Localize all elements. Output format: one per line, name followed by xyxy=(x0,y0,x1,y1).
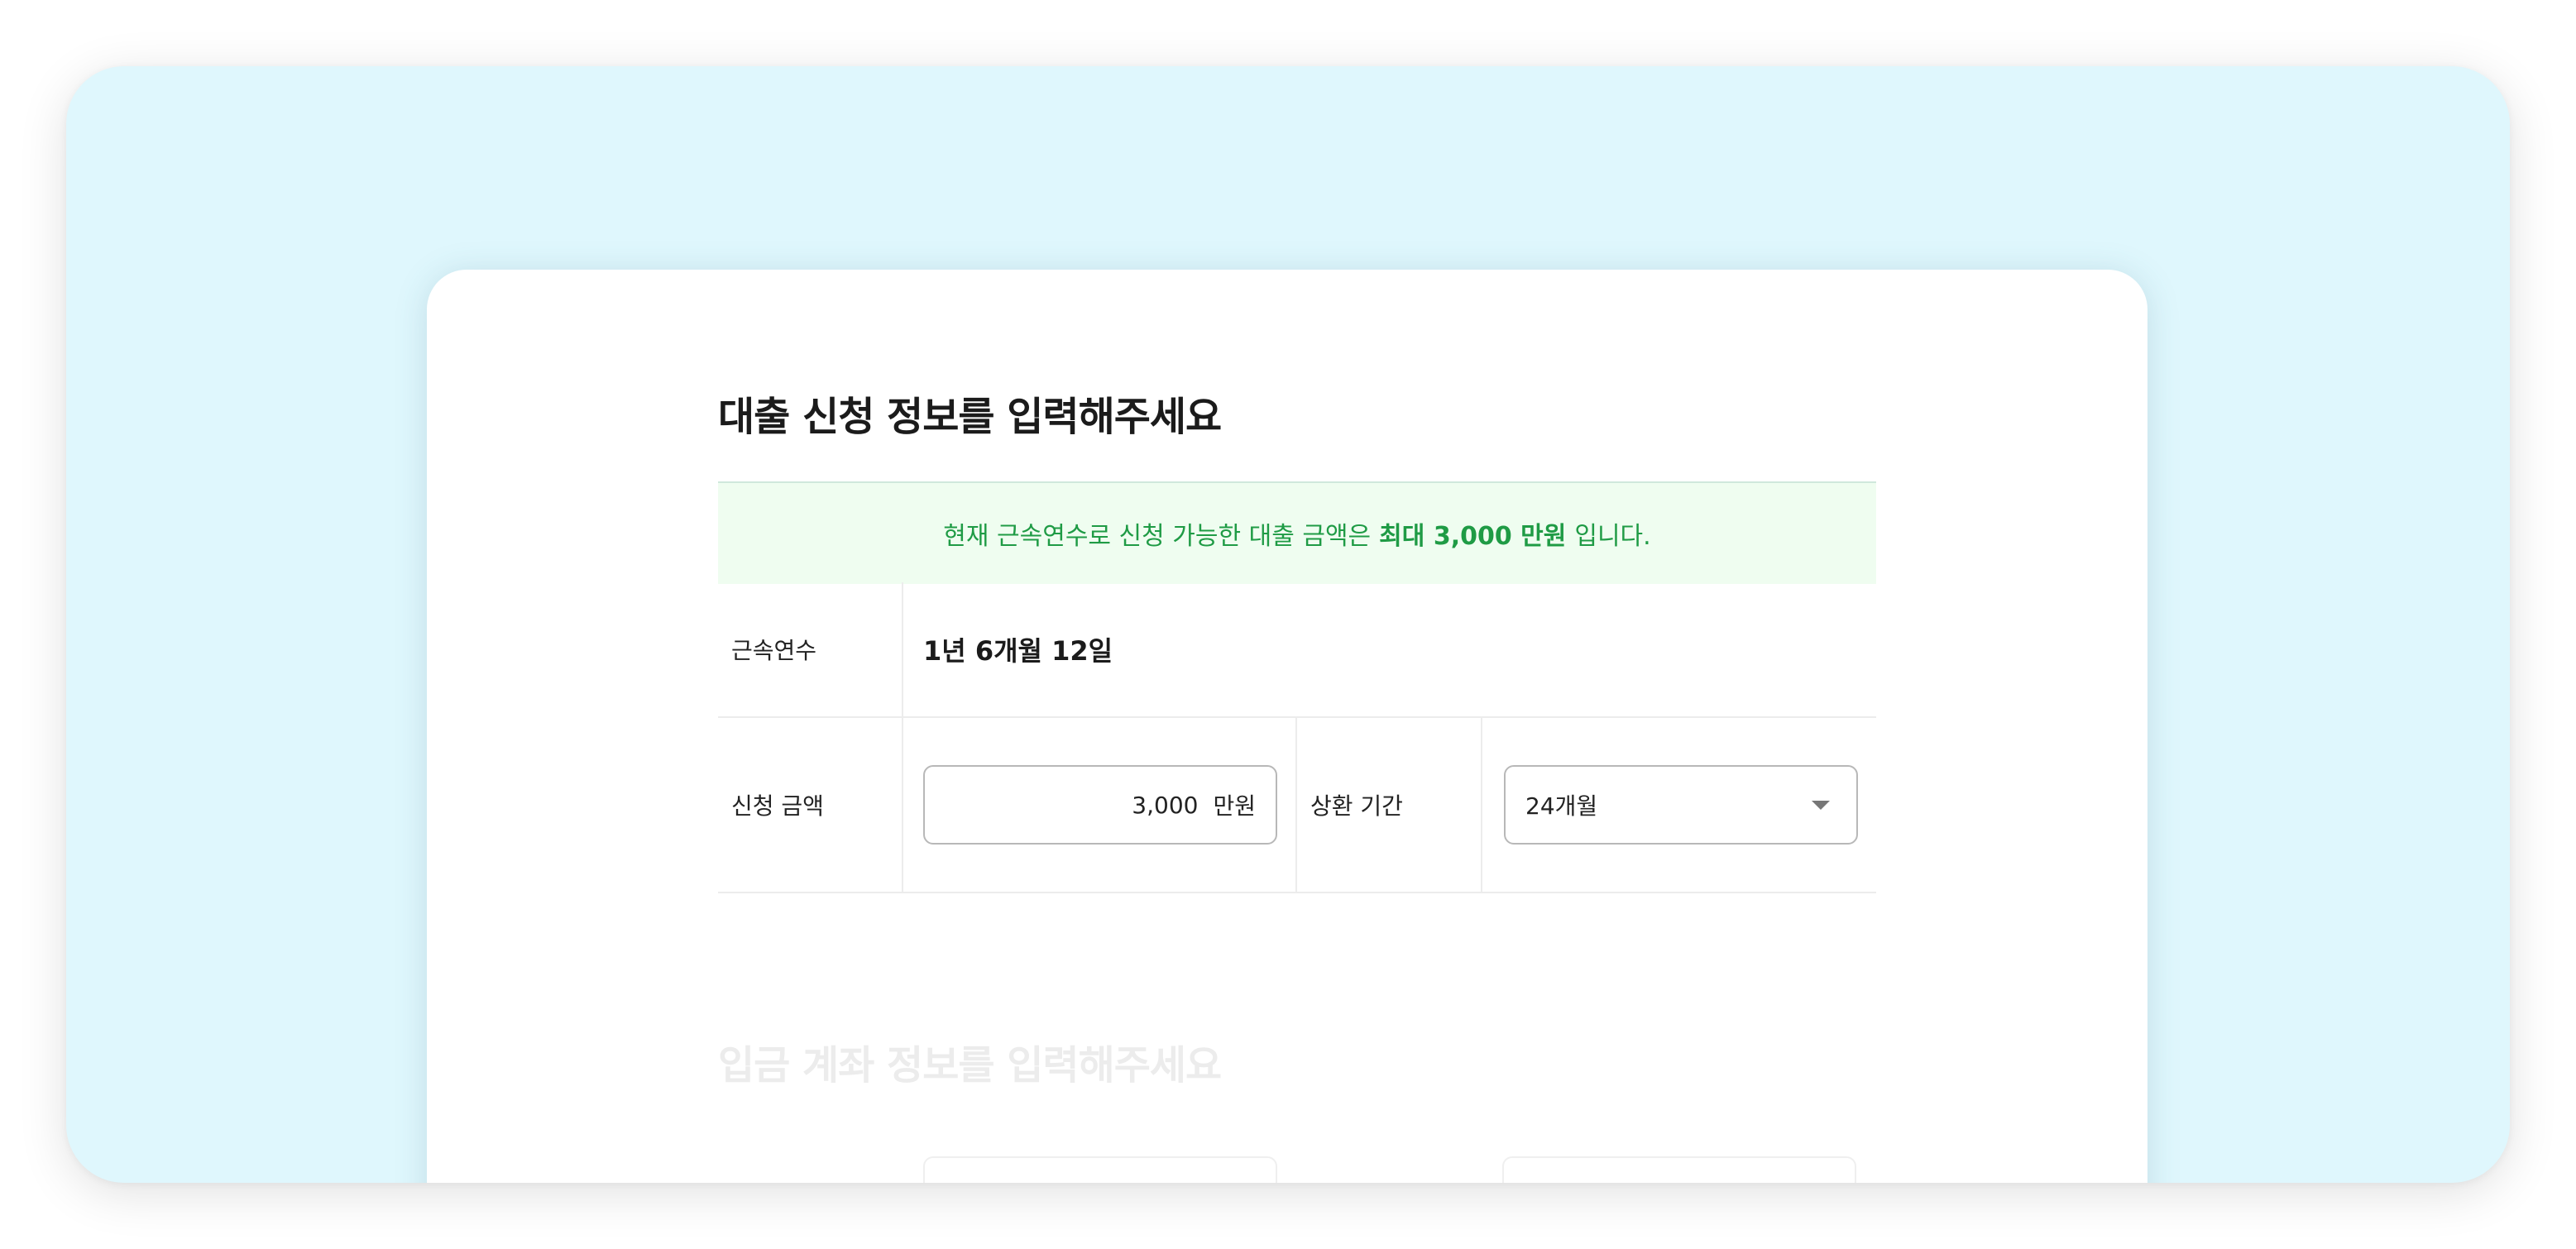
amount-label: 신청 금액 xyxy=(718,718,903,892)
repayment-label: 상환 기간 xyxy=(1297,718,1482,892)
notice-highlight: 최대 3,000 만원 xyxy=(1379,522,1567,551)
deposit-section-title: 입금 계좌 정보를 입력해주세요 xyxy=(718,1042,1222,1089)
page-title: 대출 신청 정보를 입력해주세요 xyxy=(718,394,1222,440)
deposit-account-field[interactable] xyxy=(1502,1156,1856,1183)
tenure-row: 근속연수 1년 6개월 12일 xyxy=(718,582,1876,718)
chevron-down-icon xyxy=(1812,800,1830,810)
app-background: 대출 신청 정보를 입력해주세요 현재 근속연수로 신청 가능한 대출 금액은 … xyxy=(66,66,2510,1183)
repayment-period-select[interactable]: 24개월 xyxy=(1504,765,1858,845)
amount-input-value: 3,000 xyxy=(1132,791,1199,819)
loan-form-table: 근속연수 1년 6개월 12일 신청 금액 3,000 만원 상환 기간 24개… xyxy=(718,582,1876,893)
amount-row: 신청 금액 3,000 만원 상환 기간 24개월 xyxy=(718,718,1876,893)
repayment-selected-value: 24개월 xyxy=(1525,792,1598,820)
notice-suffix: 입니다. xyxy=(1574,522,1651,551)
notice-prefix: 현재 근속연수로 신청 가능한 대출 금액은 xyxy=(943,522,1372,551)
amount-unit: 만원 xyxy=(1213,792,1256,820)
form-card: 대출 신청 정보를 입력해주세요 현재 근속연수로 신청 가능한 대출 금액은 … xyxy=(427,270,2147,1183)
repayment-cell: 24개월 xyxy=(1482,718,1876,892)
amount-input[interactable]: 3,000 만원 xyxy=(923,765,1277,845)
amount-cell: 3,000 만원 xyxy=(903,718,1297,892)
tenure-label: 근속연수 xyxy=(718,582,903,716)
loan-limit-notice: 현재 근속연수로 신청 가능한 대출 금액은 최대 3,000 만원 입니다. xyxy=(718,481,1876,584)
tenure-value: 1년 6개월 12일 xyxy=(923,635,1113,667)
deposit-bank-field[interactable] xyxy=(923,1156,1277,1183)
